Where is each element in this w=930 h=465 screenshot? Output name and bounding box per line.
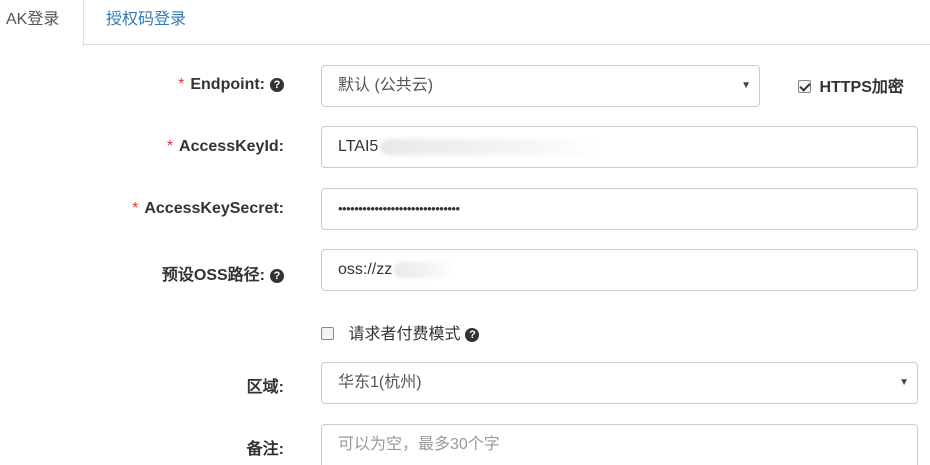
remark-label-text: 备注:: [246, 441, 284, 458]
region-select[interactable]: 华东1(杭州) ▼: [321, 362, 918, 404]
endpoint-label-text: Endpoint:: [190, 76, 265, 93]
redacted-blur: [394, 261, 455, 278]
remark-placeholder: 可以为空，最多30个字: [338, 436, 500, 453]
region-label: 区域:: [247, 373, 284, 397]
login-tabs: AK登录 授权码登录: [0, 0, 930, 46]
oss-path-input[interactable]: oss://zz: [321, 249, 918, 291]
help-icon[interactable]: ?: [270, 269, 284, 283]
access-key-secret-input[interactable]: ••••••••••••••••••••••••••••••: [321, 188, 918, 230]
requester-pays-option[interactable]: 请求者付费模式?: [321, 320, 480, 344]
oss-path-value: oss://zz: [338, 261, 393, 278]
chevron-down-icon: ▼: [899, 377, 909, 388]
remark-input[interactable]: 可以为空，最多30个字: [321, 424, 918, 465]
oss-path-label-text: 预设OSS路径:: [161, 267, 265, 284]
endpoint-value: 默认 (公共云): [338, 77, 434, 94]
access-key-secret-label: * AccessKeySecret:: [132, 200, 284, 218]
endpoint-label: * Endpoint:?: [178, 76, 284, 94]
required-mark: *: [166, 138, 174, 155]
https-checkbox[interactable]: [798, 80, 811, 93]
access-key-id-label: * AccessKeyId:: [167, 138, 284, 156]
chevron-down-icon: ▼: [741, 80, 751, 91]
requester-pays-checkbox[interactable]: [321, 327, 334, 340]
tab-auth-code-login[interactable]: 授权码登录: [106, 0, 186, 45]
oss-path-label: 预设OSS路径:?: [162, 261, 284, 285]
help-icon[interactable]: ?: [465, 328, 480, 342]
required-mark: *: [178, 76, 185, 93]
access-key-secret-value: ••••••••••••••••••••••••••••••: [338, 201, 460, 216]
access-key-id-input[interactable]: LTAI5: [321, 126, 918, 168]
access-key-id-label-text: AccessKeyId:: [179, 138, 284, 155]
endpoint-select[interactable]: 默认 (公共云) ▼: [321, 65, 760, 107]
help-icon[interactable]: ?: [270, 78, 284, 92]
region-label-text: 区域:: [246, 379, 284, 396]
tab-ak-login[interactable]: AK登录: [0, 0, 84, 46]
access-key-id-value: LTAI5: [338, 138, 379, 155]
required-mark: *: [132, 200, 139, 217]
remark-label: 备注:: [247, 435, 284, 459]
region-value: 华东1(杭州): [338, 374, 422, 391]
redacted-blur: [380, 138, 601, 155]
https-option[interactable]: HTTPS加密: [798, 73, 904, 97]
https-label: HTTPS加密: [819, 79, 904, 96]
requester-pays-label: 请求者付费模式: [348, 326, 461, 343]
access-key-secret-label-text: AccessKeySecret:: [144, 200, 284, 217]
